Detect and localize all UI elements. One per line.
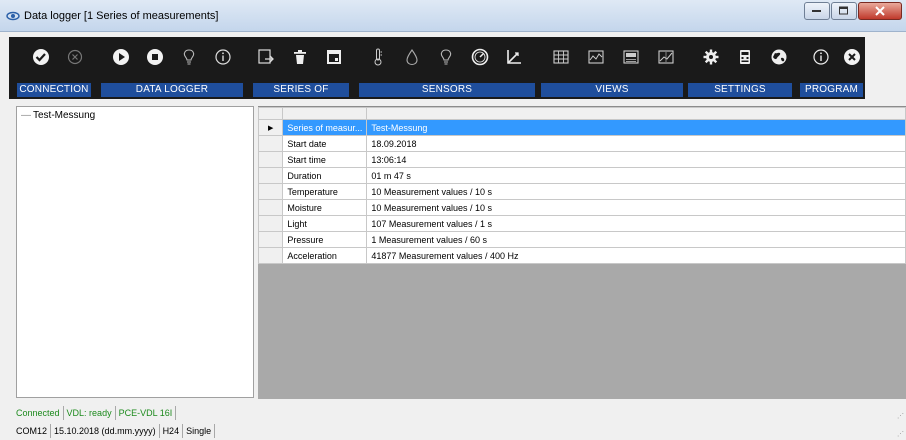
group-label-series-of: SERIES OF (253, 83, 349, 97)
gear-icon[interactable] (697, 43, 725, 71)
series-tree: — Test-Messung (16, 106, 254, 398)
group-label-views: VIEWS (541, 83, 683, 97)
play-icon[interactable] (107, 43, 135, 71)
title-bar: Data logger [1 Series of measurements] (0, 0, 906, 32)
row-field: Light (282, 215, 368, 232)
group-label-settings: SETTINGS (688, 83, 792, 97)
group-label-program: PROGRAM (800, 83, 863, 97)
row-value: 10 Measurement values / 10 s (366, 183, 906, 200)
row-selector[interactable] (257, 135, 284, 152)
stop-icon[interactable] (141, 43, 169, 71)
grid-header-row (257, 107, 906, 120)
tree-connector: — (21, 110, 31, 121)
chart-view-icon[interactable] (582, 43, 610, 71)
status-bar-connection: Connected VDL: ready PCE-VDL 16I (16, 405, 177, 421)
table-row[interactable]: Light 107 Measurement values / 1 s (257, 215, 906, 232)
status-vdl-ready: VDL: ready (64, 406, 116, 420)
row-value: 13:06:14 (366, 151, 906, 168)
graph-view-icon[interactable] (652, 43, 680, 71)
main-toolbar: CONNECTION DATA LOGGER SERIES OF SENSORS… (9, 37, 865, 99)
table-row[interactable]: Acceleration 41877 Measurement values / … (257, 247, 906, 264)
table-row[interactable]: ▶ Series of measur... Test-Messung (257, 119, 906, 136)
close-icon[interactable] (838, 43, 866, 71)
status-connected: Connected (16, 406, 64, 420)
bulb-icon[interactable] (175, 43, 203, 71)
table-row[interactable]: Duration 01 m 47 s (257, 167, 906, 184)
row-field: Acceleration (282, 247, 368, 264)
row-field: Pressure (282, 231, 368, 248)
row-value: 18.09.2018 (366, 135, 906, 152)
row-field: Series of measur... (282, 119, 368, 136)
row-field: Temperature (282, 183, 368, 200)
tree-item-label: Test-Messung (33, 110, 96, 121)
status-mode: Single (183, 424, 216, 438)
row-selector[interactable] (257, 151, 284, 168)
axis-icon[interactable] (500, 43, 528, 71)
drop-icon[interactable] (398, 43, 426, 71)
table-row[interactable]: Start time 13:06:14 (257, 151, 906, 168)
window-title: Data logger [1 Series of measurements] (24, 10, 219, 22)
row-value: 41877 Measurement values / 400 Hz (366, 247, 906, 264)
table-row[interactable]: Temperature 10 Measurement values / 10 s (257, 183, 906, 200)
tree-item-series[interactable]: — Test-Messung (21, 110, 95, 121)
row-selector[interactable] (257, 199, 284, 216)
table-row[interactable]: Pressure 1 Measurement values / 60 s (257, 231, 906, 248)
status-date: 15.10.2018 (dd.mm.yyyy) (51, 424, 160, 438)
table-row[interactable]: Start date 18.09.2018 (257, 135, 906, 152)
table-row[interactable]: Moisture 10 Measurement values / 10 s (257, 199, 906, 216)
row-selector[interactable] (257, 167, 284, 184)
thermometer-icon[interactable] (364, 43, 392, 71)
grid-corner-cell (257, 107, 284, 120)
details-grid-area: ▶ Series of measur... Test-Messung Start… (257, 106, 906, 399)
row-field: Start time (282, 151, 368, 168)
globe-icon[interactable] (765, 43, 793, 71)
gauge-icon[interactable] (466, 43, 494, 71)
group-label-data-logger: DATA LOGGER (101, 83, 243, 97)
grid-header-value[interactable] (366, 107, 906, 120)
row-selector[interactable] (257, 183, 284, 200)
row-value: 107 Measurement values / 1 s (366, 215, 906, 232)
resize-grip-icon: ⋰ (897, 413, 904, 420)
row-field: Moisture (282, 199, 368, 216)
export-icon[interactable] (252, 43, 280, 71)
row-selector[interactable] (257, 247, 284, 264)
row-field: Duration (282, 167, 368, 184)
status-bar-settings: COM12 15.10.2018 (dd.mm.yyyy) H24 Single (16, 423, 216, 439)
table-view-icon[interactable] (547, 43, 575, 71)
trash-icon[interactable] (286, 43, 314, 71)
bulb-icon[interactable] (432, 43, 460, 71)
row-field: Start date (282, 135, 368, 152)
status-com-port: COM12 (16, 424, 52, 438)
calendar-icon[interactable] (320, 43, 348, 71)
group-label-connection: CONNECTION (17, 83, 91, 97)
calculator-icon[interactable] (731, 43, 759, 71)
status-device-model: PCE-VDL 16I (116, 406, 177, 420)
status-time-format: H24 (160, 424, 184, 438)
row-value: 1 Measurement values / 60 s (366, 231, 906, 248)
info-icon[interactable] (209, 43, 237, 71)
info-icon[interactable] (807, 43, 835, 71)
close-window-button[interactable] (858, 2, 902, 20)
row-selector-marker[interactable]: ▶ (257, 119, 284, 136)
disconnect-x-icon[interactable] (61, 43, 89, 71)
row-value: 10 Measurement values / 10 s (366, 199, 906, 216)
grid-header-field[interactable] (282, 107, 368, 120)
app-eye-icon (6, 9, 20, 23)
group-label-sensors: SENSORS (359, 83, 535, 97)
row-selector[interactable] (257, 215, 284, 232)
row-selector[interactable] (257, 231, 284, 248)
details-grid: ▶ Series of measur... Test-Messung Start… (257, 107, 906, 264)
row-value: 01 m 47 s (366, 167, 906, 184)
connect-check-icon[interactable] (27, 43, 55, 71)
minimize-button[interactable] (804, 2, 830, 20)
row-value: Test-Messung (366, 119, 906, 136)
maximize-button[interactable] (831, 2, 857, 20)
resize-grip-icon: ⋰ (897, 431, 904, 438)
device-view-icon[interactable] (617, 43, 645, 71)
